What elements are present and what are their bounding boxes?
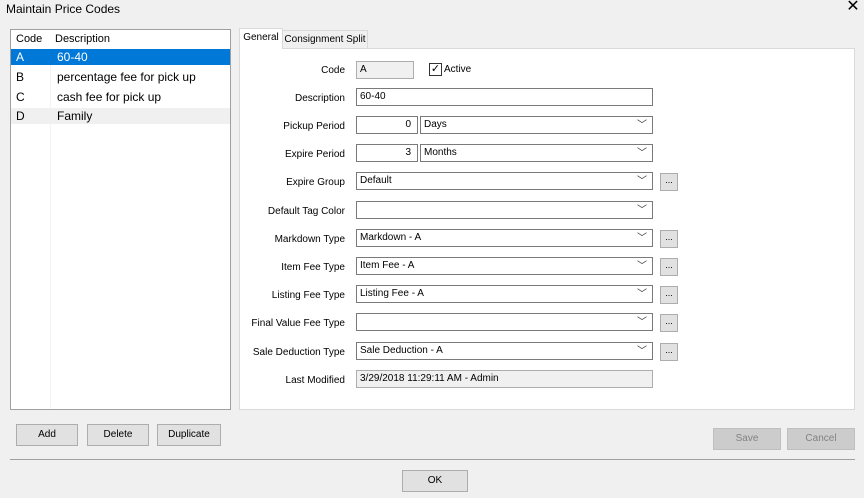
expire-group-value: Default <box>360 175 392 186</box>
sale-deduction-type-select[interactable]: Sale Deduction - A ﹀ <box>356 342 653 360</box>
chevron-down-icon: ﹀ <box>637 346 647 357</box>
listing-fee-type-ellipsis-button[interactable]: ... <box>660 286 678 304</box>
list-item[interactable]: D Family <box>11 108 230 124</box>
chevron-down-icon: ﹀ <box>637 205 647 216</box>
chevron-down-icon: ﹀ <box>637 317 647 328</box>
chevron-down-icon: ﹀ <box>637 261 647 272</box>
expire-period-unit-value: Months <box>424 147 457 158</box>
list-item-description: 60-40 <box>57 50 88 64</box>
expire-group-select[interactable]: Default ﹀ <box>356 172 653 190</box>
list-item[interactable]: A 60-40 <box>11 49 230 65</box>
markdown-type-value: Markdown - A <box>360 232 422 243</box>
expire-period-label: Expire Period <box>284 149 345 160</box>
list-item-code: D <box>16 109 25 123</box>
delete-button[interactable]: Delete <box>87 424 149 446</box>
listing-fee-type-label: Listing Fee Type <box>271 290 345 301</box>
window-title: Maintain Price Codes <box>6 2 121 16</box>
active-checkbox[interactable]: ✓ <box>429 63 442 76</box>
list-item[interactable]: C cash fee for pick up <box>11 89 230 105</box>
list-item-description: cash fee for pick up <box>57 90 162 104</box>
list-item-description: Family <box>57 109 93 123</box>
add-button[interactable]: Add <box>16 424 78 446</box>
expire-group-label: Expire Group <box>286 177 345 188</box>
expire-period-unit-select[interactable]: Months ﹀ <box>420 144 653 162</box>
duplicate-button[interactable]: Duplicate <box>157 424 221 446</box>
save-button[interactable]: Save <box>713 428 781 450</box>
column-header-description[interactable]: Description <box>55 33 110 45</box>
tab-general[interactable]: General <box>239 28 283 49</box>
item-fee-type-select[interactable]: Item Fee - A ﹀ <box>356 257 653 275</box>
chevron-down-icon: ﹀ <box>637 233 647 244</box>
pickup-period-unit-value: Days <box>424 119 447 130</box>
final-value-fee-type-label: Final Value Fee Type <box>251 318 345 329</box>
listing-fee-type-value: Listing Fee - A <box>360 288 424 299</box>
last-modified-field: 3/29/2018 11:29:11 AM - Admin <box>356 370 653 388</box>
chevron-down-icon: ﹀ <box>637 148 647 159</box>
ok-button[interactable]: OK <box>402 470 468 492</box>
pickup-period-label: Pickup Period <box>283 121 345 132</box>
markdown-type-label: Markdown Type <box>274 234 345 245</box>
column-header-code[interactable]: Code <box>16 33 42 45</box>
code-field[interactable]: A <box>356 61 414 79</box>
cancel-button[interactable]: Cancel <box>787 428 855 450</box>
chevron-down-icon: ﹀ <box>637 176 647 187</box>
final-value-fee-type-select[interactable]: ﹀ <box>356 313 653 331</box>
expire-group-ellipsis-button[interactable]: ... <box>660 173 678 191</box>
close-icon[interactable]: ✕ <box>845 0 861 15</box>
final-value-fee-type-ellipsis-button[interactable]: ... <box>660 314 678 332</box>
list-item-code: C <box>16 90 25 104</box>
item-fee-type-ellipsis-button[interactable]: ... <box>660 258 678 276</box>
list-item[interactable]: B percentage fee for pick up <box>11 69 230 85</box>
default-tag-color-label: Default Tag Color <box>267 206 345 217</box>
chevron-down-icon: ﹀ <box>637 289 647 300</box>
markdown-type-select[interactable]: Markdown - A ﹀ <box>356 229 653 247</box>
sale-deduction-type-ellipsis-button[interactable]: ... <box>660 343 678 361</box>
list-item-code: B <box>16 70 25 84</box>
listing-fee-type-select[interactable]: Listing Fee - A ﹀ <box>356 285 653 303</box>
last-modified-label: Last Modified <box>285 375 345 386</box>
markdown-type-ellipsis-button[interactable]: ... <box>660 230 678 248</box>
sale-deduction-type-label: Sale Deduction Type <box>252 347 345 358</box>
active-label: Active <box>444 64 472 75</box>
code-label: Code <box>321 65 345 76</box>
default-tag-color-select[interactable]: ﹀ <box>356 201 653 219</box>
sale-deduction-type-value: Sale Deduction - A <box>360 345 443 356</box>
description-field[interactable]: 60-40 <box>356 88 653 106</box>
footer-separator <box>10 459 855 460</box>
price-code-list[interactable]: Code Description A 60-40 B percentage fe… <box>10 29 231 410</box>
item-fee-type-value: Item Fee - A <box>360 260 415 271</box>
list-item-description: percentage fee for pick up <box>57 70 196 84</box>
pickup-period-unit-select[interactable]: Days ﹀ <box>420 116 653 134</box>
item-fee-type-label: Item Fee Type <box>281 262 345 273</box>
expire-period-number[interactable]: 3 <box>356 144 418 162</box>
list-item-code: A <box>16 50 25 64</box>
tab-consignment-split[interactable]: Consignment Split <box>282 30 368 49</box>
description-label: Description <box>294 93 345 104</box>
list-header: Code Description <box>11 30 230 49</box>
chevron-down-icon: ﹀ <box>637 120 647 131</box>
pickup-period-number[interactable]: 0 <box>356 116 418 134</box>
